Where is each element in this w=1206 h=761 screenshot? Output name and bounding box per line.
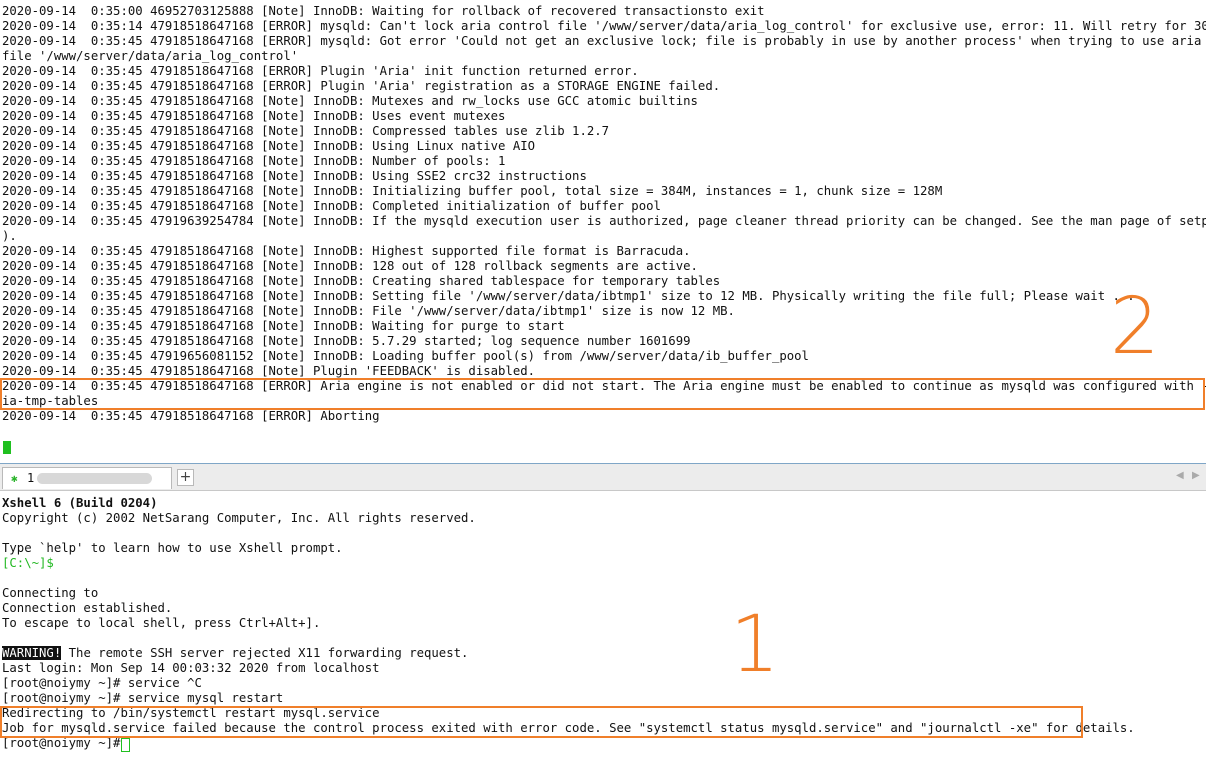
log-line: 2020-09-14 0:35:45 47918518647168 [Note]… [2, 154, 506, 168]
tab-number: 1 [27, 471, 35, 485]
log-line: 2020-09-14 0:35:45 47918518647168 [Note]… [2, 319, 565, 333]
established-text: Connection established. [2, 601, 173, 615]
help-text: Type `help' to learn how to use Xshell p… [2, 541, 343, 555]
warning-tag: WARNING! [2, 646, 62, 660]
log-line: 2020-09-14 0:35:45 47918518647168 [ERROR… [2, 34, 1206, 48]
log-line: 2020-09-14 0:35:45 47918518647168 [Note]… [2, 334, 691, 348]
log-terminal-pane[interactable]: 2020-09-14 0:35:00 46952703125888 [Note]… [0, 0, 1206, 462]
terminal-cursor [121, 738, 130, 752]
connecting-text: Connecting to [2, 586, 99, 600]
connected-status-icon: ✱ [11, 472, 18, 485]
log-line: 2020-09-14 0:35:45 47918518647168 [Note]… [2, 109, 506, 123]
xshell-title: Xshell 6 (Build 0204) [2, 496, 158, 510]
add-tab-button[interactable]: + [177, 469, 194, 486]
shell-terminal-pane[interactable]: Xshell 6 (Build 0204) Copyright (c) 2002… [0, 492, 1206, 761]
log-line: 2020-09-14 0:35:45 47918518647168 [ERROR… [2, 64, 639, 78]
log-line: 2020-09-14 0:35:45 47918518647168 [Note]… [2, 259, 698, 273]
log-line: 2020-09-14 0:35:45 47918518647168 [Note]… [2, 199, 661, 213]
redacted-host-label [37, 473, 152, 484]
log-line: 2020-09-14 0:35:45 47918518647168 [Note]… [2, 139, 536, 153]
log-line: ). [2, 229, 17, 243]
warning-text: The remote SSH server rejected X11 forwa… [61, 646, 469, 660]
log-line: 2020-09-14 0:35:45 47919639254784 [Note]… [2, 214, 1206, 228]
log-line: 2020-09-14 0:35:45 47918518647168 [ERROR… [2, 409, 380, 423]
terminal-cursor [3, 441, 11, 454]
command-line: [root@noiymy ~]# service ^C [2, 676, 202, 690]
aria-error-highlight-box [0, 378, 1205, 410]
final-prompt: [root@noiymy ~]# [2, 736, 128, 750]
command-line: [root@noiymy ~]# service mysql restart [2, 691, 284, 705]
log-line: file '/www/server/data/aria_log_control' [2, 49, 299, 63]
annotation-number-2: 2 [1110, 282, 1160, 372]
log-line: 2020-09-14 0:35:45 47918518647168 [Note]… [2, 94, 698, 108]
log-line: 2020-09-14 0:35:45 47918518647168 [Note]… [2, 364, 536, 378]
log-line: 2020-09-14 0:35:00 46952703125888 [Note]… [2, 4, 765, 18]
restart-error-highlight-box [0, 706, 1083, 738]
tab-scroll-left-icon[interactable]: ◀ [1176, 470, 1184, 481]
session-tab[interactable]: ✱ 1 [2, 467, 172, 489]
log-line: 2020-09-14 0:35:45 47918518647168 [ERROR… [2, 79, 721, 93]
log-line: 2020-09-14 0:35:45 47918518647168 [Note]… [2, 124, 610, 138]
log-line: 2020-09-14 0:35:14 47918518647168 [ERROR… [2, 19, 1206, 33]
log-line: 2020-09-14 0:35:45 47918518647168 [Note]… [2, 289, 1135, 303]
copyright-text: Copyright (c) 2002 NetSarang Computer, I… [2, 511, 476, 525]
log-line: 2020-09-14 0:35:45 47918518647168 [Note]… [2, 274, 721, 288]
local-prompt: [C:\~]$ [2, 556, 54, 570]
log-line: 2020-09-14 0:35:45 47918518647168 [Note]… [2, 304, 735, 318]
log-line: 2020-09-14 0:35:45 47918518647168 [Note]… [2, 184, 943, 198]
escape-hint: To escape to local shell, press Ctrl+Alt… [2, 616, 321, 630]
log-line: 2020-09-14 0:35:45 47918518647168 [Note]… [2, 244, 691, 258]
log-line: 2020-09-14 0:35:45 47918518647168 [Note]… [2, 169, 587, 183]
last-login-text: Last login: Mon Sep 14 00:03:32 2020 fro… [2, 661, 380, 675]
session-tab-bar: ✱ 1 + ◀ ▶ [0, 463, 1206, 491]
warning-line: WARNING! The remote SSH server rejected … [2, 646, 468, 661]
log-line: 2020-09-14 0:35:45 47919656081152 [Note]… [2, 349, 809, 363]
tab-scroll-right-icon[interactable]: ▶ [1192, 470, 1200, 481]
annotation-number-1: 1 [730, 600, 780, 690]
